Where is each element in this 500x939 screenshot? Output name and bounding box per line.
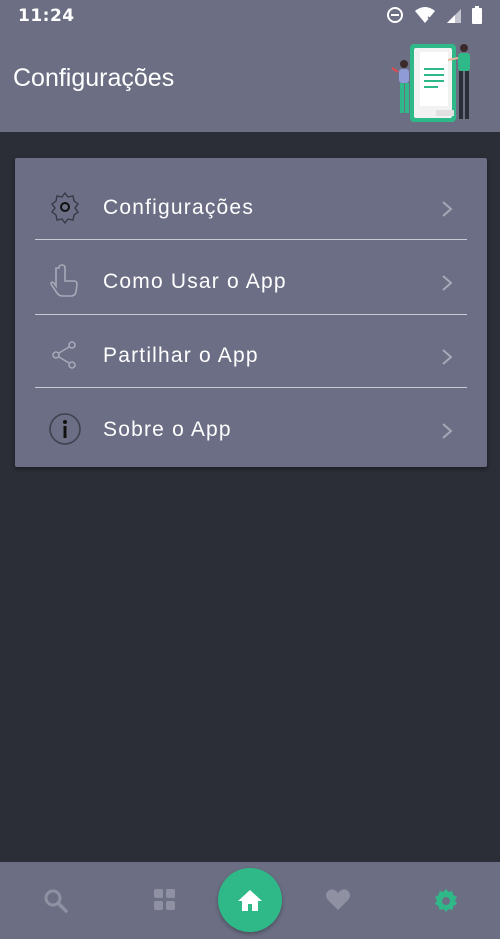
menu-item-label: Partilhar o App [103,344,259,367]
menu-item-label: Sobre o App [103,418,232,441]
grid-icon[interactable] [153,888,177,912]
battery-icon [472,6,482,24]
signal-icon [447,9,461,23]
home-button[interactable] [218,868,282,932]
menu-item-configuracoes[interactable]: Configurações [15,166,487,240]
wifi-icon [415,7,435,23]
menu-item-como-usar[interactable]: Como Usar o App [15,240,487,314]
settings-icon[interactable] [433,888,459,914]
app-header: Configurações [0,32,500,132]
status-bar: 11:24 [0,0,500,32]
share-icon [52,341,76,369]
chevron-right-icon [442,275,453,291]
chevron-right-icon [442,201,453,217]
menu-item-sobre[interactable]: Sobre o App [15,388,487,462]
menu-item-label: Como Usar o App [103,270,287,293]
status-time: 11:24 [18,6,75,26]
chevron-right-icon [442,423,453,439]
people-with-document-illustration [391,44,470,122]
info-icon [49,413,81,445]
heart-icon[interactable] [325,888,351,912]
home-icon [238,890,262,911]
tap-hand-icon [50,264,78,297]
chevron-right-icon [442,349,453,365]
gear-icon [51,191,79,224]
do-not-disturb-icon [387,7,403,23]
page-title: Configurações [13,64,175,92]
settings-menu-card: Configurações Como Usar o App Partilhar … [15,158,487,467]
search-icon[interactable] [43,888,69,914]
menu-item-partilhar[interactable]: Partilhar o App [15,314,487,388]
menu-item-label: Configurações [103,196,255,219]
